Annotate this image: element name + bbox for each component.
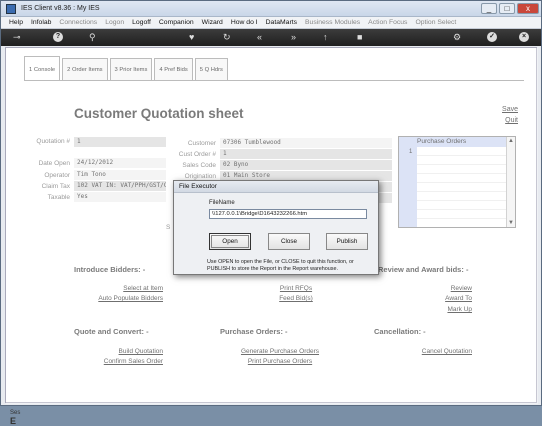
menu-item-how-do-i[interactable]: How do I <box>231 19 258 26</box>
toolbar: ⊸ ? ⚲ ♥ ↻ « » ↑ ■ ⚙ ✓ × <box>1 29 541 46</box>
filename-label: FileName <box>209 200 235 206</box>
menu-item-option-select[interactable]: Option Select <box>415 19 456 26</box>
side-marker: Ses E <box>10 410 20 426</box>
window-title: IES Client v8.36 : My IES <box>21 5 100 12</box>
minimize-button[interactable]: _ <box>481 3 497 14</box>
menu-item-help[interactable]: Help <box>9 19 23 26</box>
dialog-title: File Executor <box>174 181 378 193</box>
key-icon[interactable]: ⊸ <box>13 32 21 42</box>
dialog-message: Use OPEN to open the File, or CLOSE to q… <box>207 259 354 272</box>
menu-item-logoff[interactable]: Logoff <box>132 19 151 26</box>
heart-icon[interactable]: ♥ <box>189 32 194 42</box>
forward-icon[interactable]: » <box>291 32 296 42</box>
stop-icon[interactable]: ■ <box>357 32 362 42</box>
menu-item-wizard[interactable]: Wizard <box>202 19 223 26</box>
search-icon[interactable]: ⚲ <box>89 32 96 42</box>
title-bar: IES Client v8.36 : My IES _ □ x <box>1 1 541 17</box>
menu-item-companion[interactable]: Companion <box>159 19 194 26</box>
filename-input[interactable]: \\127.0.0.1\Bridge\D1643232266.htm <box>209 209 367 219</box>
refresh-icon[interactable]: ↻ <box>223 32 231 42</box>
file-executor-dialog: File Executor FileName \\127.0.0.1\Bridg… <box>173 180 379 275</box>
gear-icon[interactable]: ⚙ <box>453 32 461 42</box>
menu-bar: Help Infolab Connections Logon Logoff Compani… <box>1 17 541 29</box>
maximize-button[interactable]: □ <box>499 3 515 14</box>
app-window: IES Client v8.36 : My IES _ □ x Help Info… <box>0 0 542 426</box>
help-icon[interactable]: ? <box>53 32 63 42</box>
menu-item-action-focus[interactable]: Action Focus <box>368 19 407 26</box>
menu-item-logon[interactable]: Logon <box>105 19 124 26</box>
app-icon <box>6 4 16 14</box>
check-icon[interactable]: ✓ <box>487 32 497 42</box>
up-icon[interactable]: ↑ <box>323 32 328 42</box>
menu-item-datamarts[interactable]: DataMarts <box>266 19 297 26</box>
menu-item-infolab[interactable]: Infolab <box>31 19 51 26</box>
close-window-button[interactable]: x <box>517 3 539 14</box>
back-icon[interactable]: « <box>257 32 262 42</box>
close-button[interactable]: Close <box>268 233 310 250</box>
close-icon[interactable]: × <box>519 32 529 42</box>
menu-item-business-modules[interactable]: Business Modules <box>305 19 360 26</box>
side-marker-letter: E <box>10 416 17 426</box>
menu-item-connections[interactable]: Connections <box>59 19 97 26</box>
publish-button[interactable]: Publish <box>326 233 368 250</box>
open-button[interactable]: Open <box>209 233 251 250</box>
